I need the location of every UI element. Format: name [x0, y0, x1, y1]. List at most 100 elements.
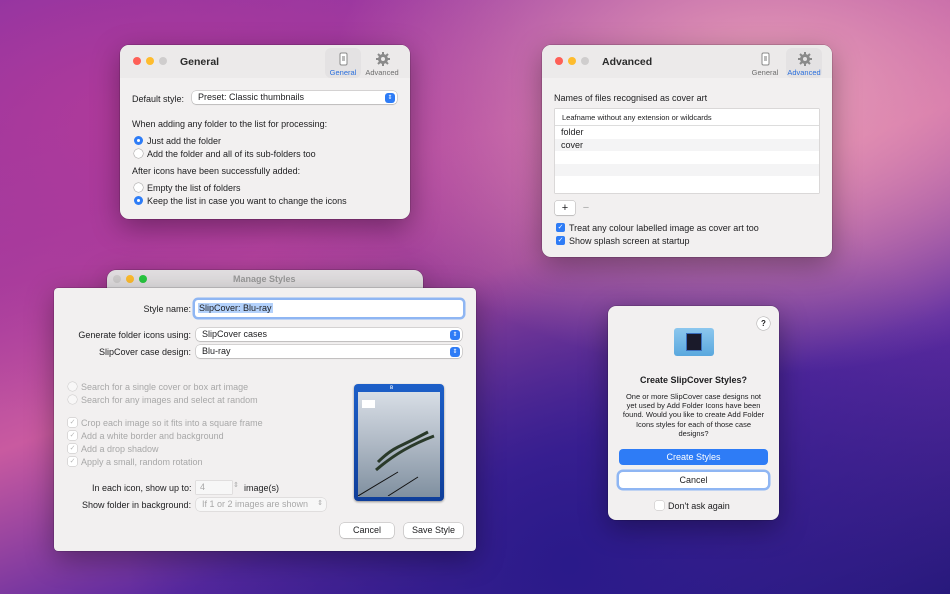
dialog-cancel-button[interactable]: Cancel	[619, 472, 768, 488]
zoom-button[interactable]	[581, 57, 589, 65]
style-name-value: SlipCover: Blu-ray	[198, 303, 273, 313]
create-styles-button[interactable]: Create Styles	[619, 449, 768, 465]
zoom-button[interactable]	[139, 275, 147, 283]
advanced-window: Advanced General Advanced Names of files…	[542, 45, 832, 257]
generate-popup[interactable]: SlipCover cases ⇕	[196, 328, 462, 341]
remove-button[interactable]: −	[576, 201, 596, 215]
zoom-button[interactable]	[159, 57, 167, 65]
case-design-label: SlipCover case design:	[98, 347, 191, 357]
chevron-updown-icon: ⇕	[385, 93, 395, 103]
tab-general-label: General	[329, 68, 357, 77]
close-button[interactable]	[555, 57, 563, 65]
checkbox-colour-label-text: Treat any colour labelled image as cover…	[569, 223, 759, 233]
checkbox-dont-ask[interactable]	[655, 501, 664, 510]
leafname-table[interactable]: Leafname without any extension or wildca…	[555, 109, 819, 193]
minimize-button[interactable]	[568, 57, 576, 65]
bluray-preview-image: ʙ	[354, 384, 444, 501]
radio-just-add-label: Just add the folder	[147, 136, 222, 146]
window-title: Manage Styles	[233, 274, 296, 284]
checkbox-rotation[interactable]: ✓	[68, 457, 77, 466]
general-window: General General Advanced Default style: …	[120, 45, 410, 219]
checkbox-shadow-label: Add a drop shadow	[81, 444, 159, 454]
radio-just-add[interactable]	[134, 136, 143, 145]
generate-label: Generate folder icons using:	[78, 330, 191, 340]
radio-empty-list-label: Empty the list of folders	[147, 183, 241, 193]
gear-icon	[375, 52, 390, 66]
create-slipcover-dialog: ? Create SlipCover Styles? One or more S…	[608, 306, 779, 520]
minimize-button[interactable]	[146, 57, 154, 65]
checkbox-border[interactable]: ✓	[68, 431, 77, 440]
style-name-label: Style name:	[143, 304, 191, 314]
checkbox-shadow[interactable]: ✓	[68, 444, 77, 453]
radio-add-subfolders-label: Add the folder and all of its sub-folder…	[147, 149, 316, 159]
tab-general[interactable]: General	[747, 48, 783, 78]
gear-icon	[797, 52, 812, 66]
cover-art-heading: Names of files recognised as cover art	[554, 93, 708, 103]
style-editor-sheet: Style name: SlipCover: Blu-ray Generate …	[54, 288, 476, 551]
adding-heading: When adding any folder to the list for p…	[132, 119, 328, 129]
radio-empty-list[interactable]	[134, 183, 143, 192]
generate-value: SlipCover cases	[202, 329, 268, 339]
tab-advanced[interactable]: Advanced	[364, 48, 400, 78]
table-row[interactable]: cover	[555, 138, 819, 151]
tab-advanced-label: Advanced	[365, 68, 399, 77]
after-heading: After icons have been successfully added…	[132, 166, 301, 176]
stepper-icon[interactable]: ⇕	[233, 481, 239, 489]
table-row	[555, 163, 819, 176]
default-style-popup[interactable]: Preset: Classic thumbnails ⇕	[192, 91, 397, 104]
checkbox-splash[interactable]: ✓	[556, 236, 565, 245]
tab-advanced[interactable]: Advanced	[786, 48, 822, 78]
window-title: General	[180, 56, 220, 68]
radio-single-cover-label: Search for a single cover or box art ima…	[81, 382, 249, 392]
phone-icon	[337, 52, 350, 66]
app-icon	[674, 328, 714, 356]
close-button[interactable]	[133, 57, 141, 65]
tab-general[interactable]: General	[325, 48, 361, 78]
add-button[interactable]: +	[555, 201, 575, 215]
save-style-button[interactable]: Save Style	[404, 523, 463, 538]
table-row	[555, 151, 819, 164]
style-name-field[interactable]: SlipCover: Blu-ray	[195, 300, 463, 317]
images-unit: image(s)	[244, 483, 280, 493]
checkbox-splash-text: Show splash screen at startup	[569, 236, 690, 246]
background-label: Show folder in background:	[82, 500, 192, 510]
checkbox-dont-ask-label: Don't ask again	[668, 501, 730, 511]
phone-icon	[759, 52, 772, 66]
background-popup[interactable]: If 1 or 2 images are shown ⇕	[196, 498, 326, 511]
checkbox-rotation-label: Apply a small, random rotation	[81, 457, 203, 467]
show-up-to-label: In each icon, show up to:	[92, 483, 192, 493]
radio-add-subfolders[interactable]	[134, 149, 143, 158]
radio-any-images[interactable]	[68, 395, 77, 404]
radio-keep-list[interactable]	[134, 196, 143, 205]
table-row[interactable]: folder	[555, 126, 819, 139]
radio-single-cover[interactable]	[68, 382, 77, 391]
tab-general-label: General	[751, 68, 779, 77]
close-button[interactable]	[113, 275, 121, 283]
background-value: If 1 or 2 images are shown	[202, 499, 309, 509]
checkbox-border-label: Add a white border and background	[81, 431, 224, 441]
show-up-to-field[interactable]: 4	[196, 481, 232, 494]
radio-keep-list-label: Keep the list in case you want to change…	[147, 196, 347, 206]
case-design-popup[interactable]: Blu-ray ⇕	[196, 345, 462, 358]
table-header: Leafname without any extension or wildca…	[555, 109, 819, 126]
bluray-logo-icon: ʙ	[390, 385, 394, 391]
case-design-value: Blu-ray	[202, 346, 231, 356]
checkbox-crop-label: Crop each image so it fits into a square…	[81, 418, 263, 428]
checkbox-crop[interactable]: ✓	[68, 418, 77, 427]
minimize-button[interactable]	[126, 275, 134, 283]
chevron-updown-icon: ⇕	[317, 500, 323, 507]
radio-any-images-label: Search for any images and select at rand…	[81, 395, 258, 405]
checkbox-colour-label[interactable]: ✓	[556, 223, 565, 232]
show-up-to-value: 4	[200, 482, 206, 492]
window-title: Advanced	[602, 56, 653, 68]
chevron-updown-icon: ⇕	[450, 347, 460, 357]
cover-art-photo	[358, 392, 440, 497]
default-style-label: Default style:	[132, 94, 185, 104]
table-row	[555, 176, 819, 189]
help-button[interactable]: ?	[757, 317, 770, 330]
default-style-value: Preset: Classic thumbnails	[198, 92, 305, 102]
dialog-title: Create SlipCover Styles?	[639, 375, 748, 385]
dialog-message: One or more SlipCover case designs not y…	[622, 392, 765, 438]
chevron-updown-icon: ⇕	[450, 330, 460, 340]
cancel-button[interactable]: Cancel	[340, 523, 394, 538]
